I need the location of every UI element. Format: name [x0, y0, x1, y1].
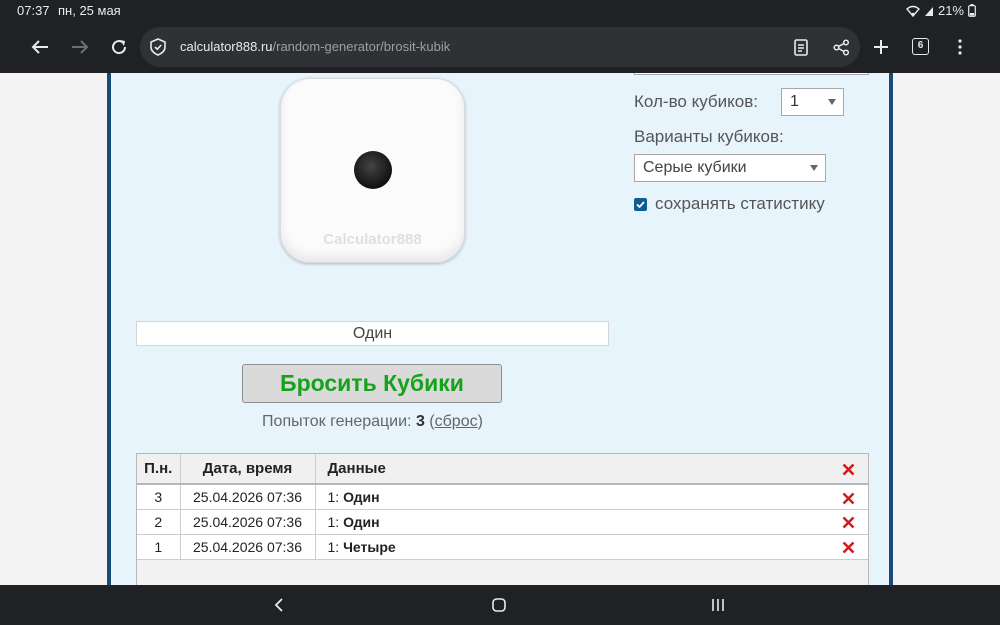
- system-recents-button[interactable]: [709, 596, 727, 614]
- recents-icon: [712, 599, 724, 611]
- share-icon: [832, 38, 849, 56]
- row-data: 1: Один: [315, 509, 828, 535]
- row-data-prefix: 1:: [327, 538, 344, 555]
- result-text: Один: [136, 321, 609, 346]
- reader-mode-button[interactable]: [788, 34, 814, 60]
- delete-row-button[interactable]: [828, 534, 868, 560]
- close-icon: [842, 492, 854, 504]
- chevron-left-icon: [274, 598, 283, 612]
- header-number: П.н.: [137, 454, 181, 485]
- top-select-partial[interactable]: [634, 73, 869, 75]
- row-datetime: 25.04.2026 07:36: [180, 534, 316, 560]
- system-home-button[interactable]: [490, 596, 508, 614]
- history-table: П.н. Дата, время Данные 3 25.04.2026 07:…: [137, 454, 868, 560]
- save-stats-checkbox[interactable]: [634, 198, 647, 211]
- browser-toolbar: calculator888.ru/random-generator/brosit…: [0, 22, 1000, 73]
- forward-button[interactable]: [67, 34, 93, 60]
- row-data-prefix: 1:: [327, 513, 344, 530]
- more-menu-button[interactable]: [947, 34, 973, 60]
- row-data: 1: Один: [315, 484, 828, 510]
- status-icons: 21%: [905, 3, 976, 18]
- history-header-row: П.н. Дата, время Данные: [137, 454, 868, 485]
- reader-mode-icon: [794, 38, 808, 56]
- dice-watermark: Calculator888: [323, 231, 422, 248]
- battery-percent: 21%: [937, 3, 964, 18]
- table-row: 3 25.04.2026 07:36 1: Один: [137, 484, 868, 510]
- chevron-down-icon: [810, 165, 818, 171]
- system-back-button[interactable]: [270, 596, 288, 614]
- row-number: 1: [137, 534, 181, 560]
- checkmark-icon: [636, 201, 645, 209]
- row-number: 3: [137, 484, 181, 510]
- new-tab-plus-icon: [874, 40, 888, 54]
- row-data-value: Четыре: [343, 538, 396, 555]
- header-data: Данные: [315, 454, 828, 485]
- chevron-down-icon: [828, 99, 836, 105]
- system-status-bar: 07:37 пн, 25 мая 21%: [0, 0, 1000, 22]
- reload-button[interactable]: [106, 34, 132, 60]
- status-time: 07:37: [17, 3, 50, 18]
- url-path: /random-generator/brosit-kubik: [272, 39, 451, 54]
- back-button[interactable]: [27, 34, 53, 60]
- row-number: 2: [137, 509, 181, 535]
- row-data: 1: Четыре: [315, 534, 828, 560]
- table-row: 2 25.04.2026 07:36 1: Один: [137, 509, 868, 535]
- back-arrow-icon: [31, 40, 48, 54]
- header-datetime: Дата, время: [180, 454, 316, 485]
- dice-count-value: 1: [790, 93, 799, 110]
- home-icon: [492, 598, 506, 612]
- save-stats-label[interactable]: сохранять статистику: [655, 194, 825, 214]
- dice-variants-label: Варианты кубиков:: [634, 127, 784, 146]
- battery-icon: [968, 4, 976, 17]
- close-icon: [842, 516, 854, 529]
- wifi-icon: [905, 5, 920, 17]
- page-content: Calculator888 Кол-во кубиков: 1 Варианты…: [0, 73, 1000, 586]
- signal-icon: [924, 6, 933, 16]
- tabs-button[interactable]: 6: [912, 38, 929, 55]
- more-vert-icon: [958, 39, 962, 55]
- row-datetime: 25.04.2026 07:36: [180, 509, 316, 535]
- clear-all-button[interactable]: [828, 454, 868, 485]
- system-nav-bar: [0, 585, 1000, 625]
- attempts-line: Попыток генерации: 3 (сброс): [262, 413, 483, 430]
- row-data-value: Один: [343, 513, 380, 530]
- close-icon: [842, 463, 854, 475]
- share-button[interactable]: [828, 34, 854, 60]
- table-row: 1 25.04.2026 07:36 1: Четыре: [137, 534, 868, 560]
- delete-row-button[interactable]: [828, 509, 868, 535]
- attempts-prefix: Попыток генерации:: [262, 413, 416, 430]
- url-text: calculator888.ru/random-generator/brosit…: [180, 39, 450, 54]
- reset-link[interactable]: сброс: [435, 413, 478, 430]
- dice-count-label: Кол-во кубиков:: [634, 92, 758, 111]
- delete-row-button[interactable]: [828, 484, 868, 510]
- dice-variants-select[interactable]: Серые кубики: [634, 154, 826, 182]
- roll-dice-button[interactable]: Бросить Кубики: [242, 364, 502, 403]
- address-bar[interactable]: calculator888.ru/random-generator/brosit…: [140, 27, 860, 67]
- site-info-icon[interactable]: [148, 37, 168, 57]
- row-data-value: Один: [343, 488, 380, 505]
- row-datetime: 25.04.2026 07:36: [180, 484, 316, 510]
- close-icon: [842, 541, 854, 554]
- dice-count-select[interactable]: 1: [781, 88, 844, 116]
- row-data-prefix: 1:: [327, 488, 344, 505]
- status-date: пн, 25 мая: [58, 3, 121, 18]
- dice-variants-value: Серые кубики: [643, 159, 747, 176]
- dice-pip: [354, 151, 392, 189]
- url-host: calculator888.ru: [180, 39, 273, 54]
- dice-image: Calculator888: [280, 78, 465, 263]
- history-table-container: П.н. Дата, время Данные 3 25.04.2026 07:…: [136, 453, 869, 586]
- forward-arrow-icon: [72, 40, 89, 54]
- new-tab-button[interactable]: [868, 34, 894, 60]
- attempts-count: 3: [415, 413, 425, 430]
- reload-icon: [112, 40, 127, 55]
